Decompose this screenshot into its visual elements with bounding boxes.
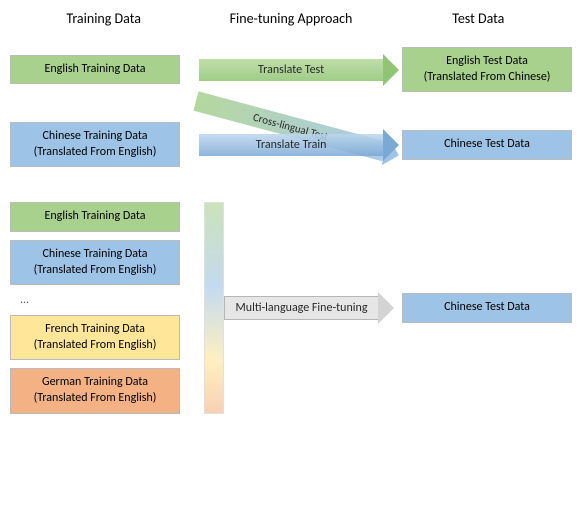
chinese-train-line2: (Translated From English)	[34, 263, 157, 277]
header-training: Training Data	[10, 10, 197, 27]
arrow-head-icon	[383, 54, 399, 86]
chinese-training-box: Chinese Training Data (Translated From E…	[10, 122, 180, 167]
arrow-label: Multi-language Fine-tuning	[224, 296, 378, 320]
french-training-box: French Training Data (Translated From En…	[10, 315, 180, 360]
german-train-line2: (Translated From English)	[34, 391, 157, 405]
english-training-box: English Training Data	[10, 55, 180, 85]
gradient-join-bar	[204, 202, 224, 413]
header-test: Test Data	[385, 10, 572, 27]
french-train-line2: (Translated From English)	[34, 338, 157, 352]
arrow-head-icon	[383, 129, 399, 161]
training-stack: English Training Data Chinese Training D…	[10, 202, 200, 413]
english-test-box: English Test Data (Translated From Chine…	[402, 47, 572, 92]
bottom-section: English Training Data Chinese Training D…	[10, 202, 572, 413]
ellipsis: ...	[10, 293, 200, 307]
arrow-head-icon	[378, 292, 394, 324]
chinese-test-box: Chinese Test Data	[402, 293, 572, 323]
chinese-train-line2: (Translated From English)	[34, 145, 157, 159]
english-training-box: English Training Data	[10, 202, 180, 232]
english-test-line1: English Test Data	[446, 54, 528, 68]
chinese-training-box: Chinese Training Data (Translated From E…	[10, 240, 180, 285]
chinese-train-line1: Chinese Training Data	[42, 247, 147, 261]
chinese-train-line1: Chinese Training Data	[42, 129, 147, 143]
german-training-box: German Training Data (Translated From En…	[10, 368, 180, 413]
chinese-test-box: Chinese Test Data	[402, 130, 572, 160]
header-approach: Fine-tuning Approach	[197, 10, 384, 27]
top-section: English Training Data Translate Test Eng…	[10, 47, 572, 167]
multilang-arrow: Multi-language Fine-tuning	[224, 294, 394, 322]
german-train-line1: German Training Data	[42, 375, 148, 389]
translate-test-arrow: Translate Test	[199, 56, 399, 84]
translate-train-arrow: Translate Train	[199, 131, 399, 159]
arrow-label: Translate Train	[199, 134, 383, 156]
column-headers: Training Data Fine-tuning Approach Test …	[10, 10, 572, 27]
french-train-line1: French Training Data	[45, 322, 145, 336]
english-test-line2: (Translated From Chinese)	[424, 70, 551, 84]
arrow-label: Translate Test	[199, 59, 383, 81]
